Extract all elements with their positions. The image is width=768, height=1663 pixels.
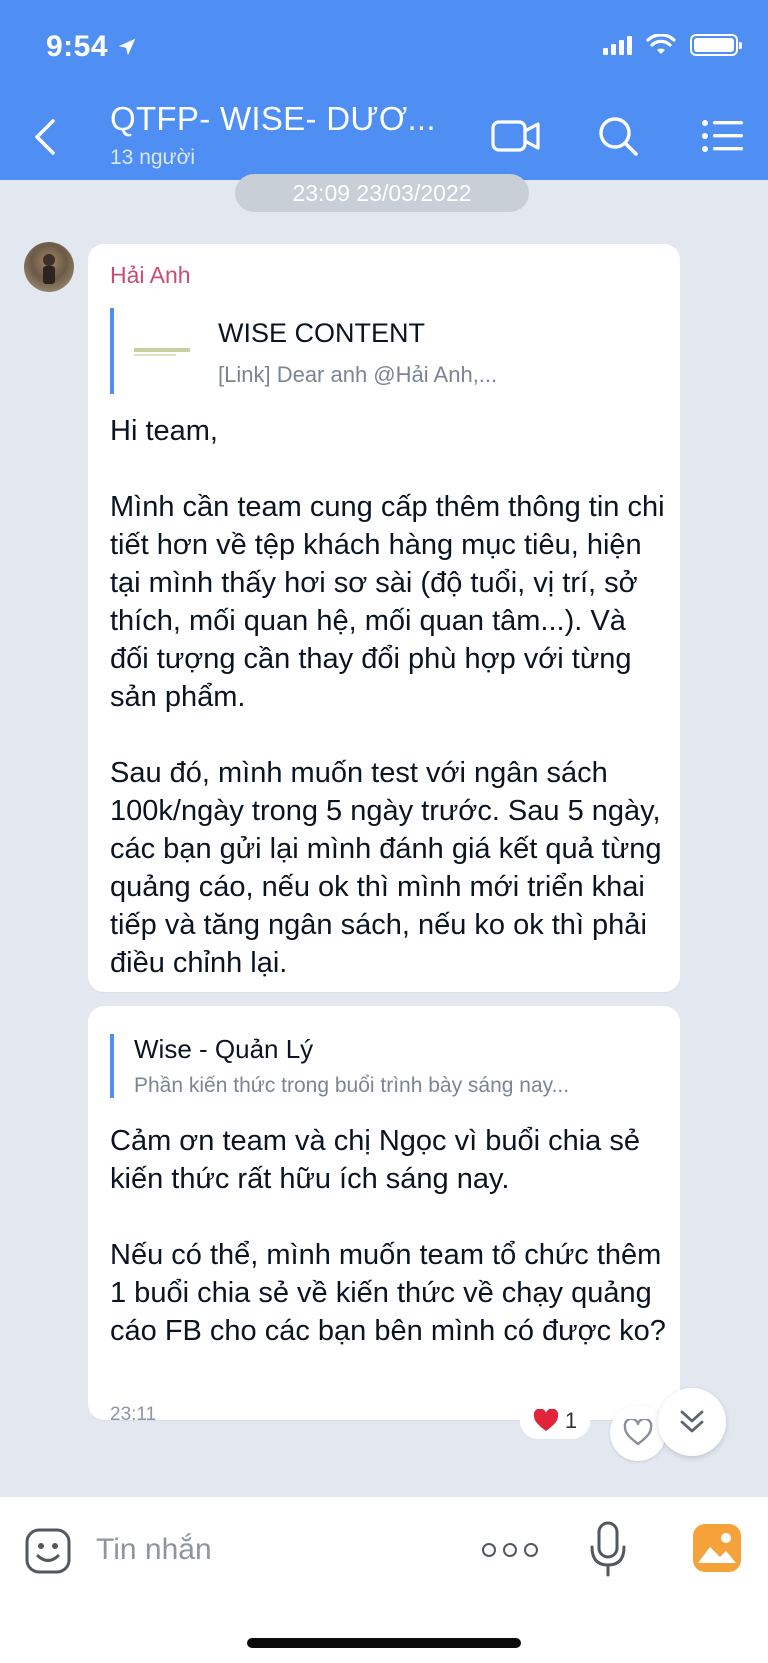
emoji-button[interactable] bbox=[24, 1527, 72, 1575]
quote-thumbnail bbox=[132, 330, 202, 370]
quoted-message[interactable]: Wise - Quản Lý Phần kiến thức trong buổi… bbox=[110, 1034, 650, 1098]
status-time-text: 9:54 bbox=[46, 30, 109, 63]
home-indicator bbox=[247, 1638, 521, 1648]
battery-icon bbox=[690, 34, 742, 56]
quote-preview: [Link] Dear anh @Hải Anh,... bbox=[218, 362, 498, 387]
status-bar-time: 9:54 bbox=[46, 30, 138, 64]
video-call-button[interactable] bbox=[490, 112, 542, 160]
message-text: Cảm ơn team và chị Ngọc vì buổi chia sẻ … bbox=[110, 1125, 666, 1347]
reaction-summary[interactable]: 1 bbox=[520, 1403, 590, 1439]
wifi-icon bbox=[646, 34, 676, 54]
scroll-down-icon bbox=[680, 1410, 704, 1433]
message-bubble[interactable]: Hải Anh WISE CONTENT [Link] Dear anh @Hả… bbox=[88, 244, 680, 992]
more-icon bbox=[482, 1543, 496, 1557]
chat-header: 9:54 QTFP- WISE- DƯƠ... 13 người bbox=[0, 0, 768, 180]
send-image-button[interactable] bbox=[692, 1523, 742, 1573]
reaction-count: 1 bbox=[564, 1408, 578, 1433]
member-count[interactable]: 13 người bbox=[110, 146, 195, 170]
menu-button[interactable] bbox=[696, 112, 748, 160]
more-options-button[interactable] bbox=[482, 1535, 538, 1565]
voice-button[interactable] bbox=[588, 1519, 628, 1579]
back-icon bbox=[35, 119, 55, 155]
message-bubble[interactable]: Wise - Quản Lý Phần kiến thức trong buổi… bbox=[88, 1006, 680, 1425]
status-bar-indicators bbox=[603, 34, 742, 56]
react-button[interactable] bbox=[610, 1405, 666, 1461]
date-separator: 23:09 23/03/2022 bbox=[235, 174, 529, 212]
scroll-to-bottom-button[interactable] bbox=[658, 1388, 726, 1456]
search-button[interactable] bbox=[592, 112, 644, 160]
location-arrow-icon bbox=[118, 38, 136, 56]
message-input[interactable] bbox=[96, 1527, 456, 1573]
search-icon bbox=[599, 117, 638, 156]
microphone-icon bbox=[590, 1521, 626, 1577]
avatar-person-icon bbox=[43, 254, 55, 284]
back-button[interactable] bbox=[24, 112, 64, 162]
sender-name[interactable]: Hải Anh bbox=[110, 262, 191, 289]
chat-title[interactable]: QTFP- WISE- DƯƠ... bbox=[110, 100, 436, 138]
quoted-message[interactable]: WISE CONTENT [Link] Dear anh @Hải Anh,..… bbox=[110, 308, 650, 394]
cellular-signal-icon bbox=[603, 35, 632, 55]
message-time: 23:11 bbox=[110, 1404, 157, 1425]
quote-preview: Phần kiến thức trong buổi trình bày sáng… bbox=[134, 1074, 570, 1097]
heart-icon bbox=[533, 1409, 559, 1431]
video-call-icon bbox=[491, 120, 540, 152]
menu-icon bbox=[702, 120, 743, 152]
quote-title: WISE CONTENT bbox=[218, 318, 425, 348]
quote-title: Wise - Quản Lý bbox=[134, 1034, 314, 1064]
emoji-icon bbox=[25, 1528, 71, 1574]
like-heart-outline-icon bbox=[623, 1419, 653, 1446]
image-icon bbox=[693, 1524, 741, 1572]
avatar[interactable] bbox=[24, 242, 74, 292]
message-text: Hi team, Mình cần team cung cấp thêm thô… bbox=[110, 415, 665, 979]
